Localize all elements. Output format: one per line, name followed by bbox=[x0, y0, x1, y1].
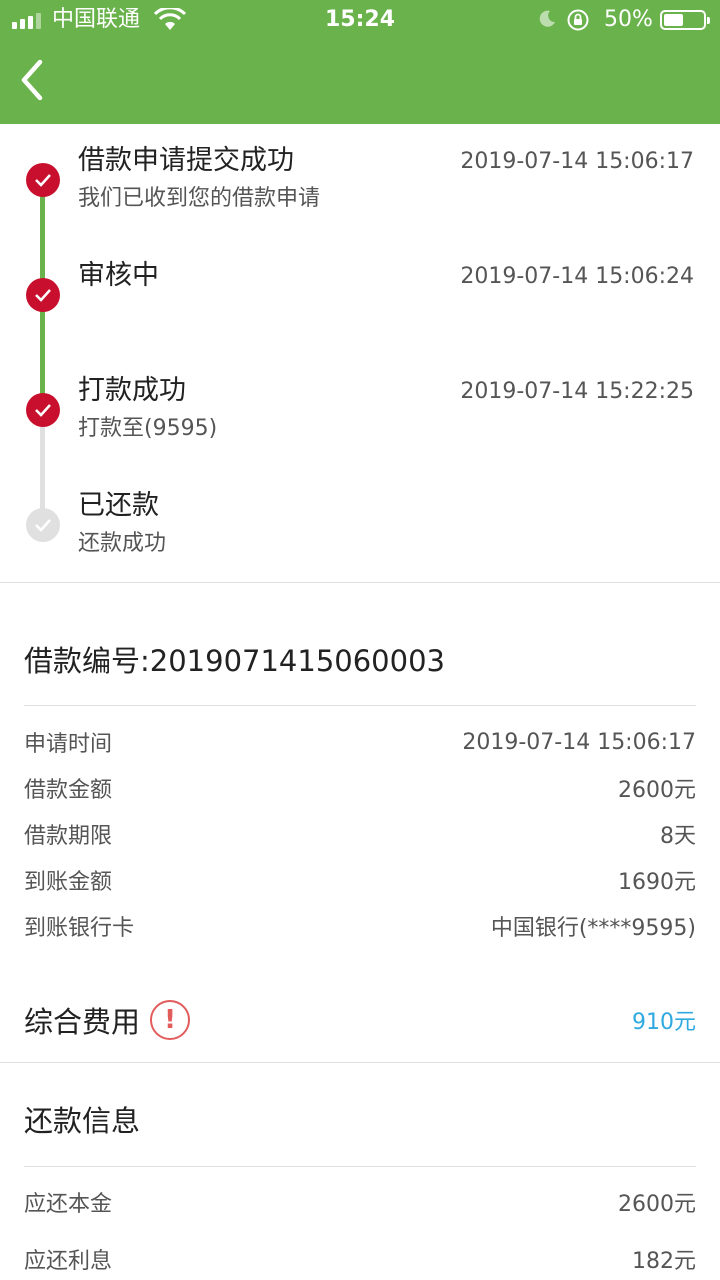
fee-label-group: 综合费用 ! bbox=[24, 999, 191, 1041]
detail-row: 申请时间 2019-07-14 15:06:17 bbox=[24, 727, 696, 758]
detail-label: 应还本金 bbox=[24, 1192, 113, 1217]
loan-status-timeline: 借款申请提交成功 我们已收到您的借款申请 2019-07-14 15:06:17… bbox=[0, 124, 720, 583]
detail-label: 借款金额 bbox=[24, 778, 113, 803]
battery-icon bbox=[660, 10, 710, 30]
detail-value: 182元 bbox=[632, 1249, 696, 1274]
chevron-left-icon bbox=[21, 59, 43, 101]
fee-label: 综合费用 bbox=[24, 1005, 141, 1039]
step-title: 借款申请提交成功 bbox=[78, 145, 294, 176]
detail-value: 2019-07-14 15:06:17 bbox=[462, 729, 696, 755]
detail-label: 借款期限 bbox=[24, 824, 113, 849]
detail-row: 应还利息 182元 bbox=[24, 1244, 696, 1274]
repayment-section-title: 还款信息 bbox=[24, 1104, 141, 1138]
step-title: 已还款 bbox=[78, 490, 159, 521]
battery-percent: 50% bbox=[604, 7, 653, 32]
detail-label: 到账金额 bbox=[24, 870, 113, 895]
detail-value: 中国银行(****9595) bbox=[490, 916, 696, 941]
timeline-step: 已还款 还款成功 bbox=[0, 489, 720, 589]
detail-row: 借款金额 2600元 bbox=[24, 773, 696, 803]
detail-label: 应还利息 bbox=[24, 1249, 113, 1274]
detail-label: 到账银行卡 bbox=[24, 916, 135, 941]
check-circle-icon bbox=[26, 278, 60, 312]
timeline-step: 打款成功 打款至(9595) 2019-07-14 15:22:25 bbox=[0, 374, 720, 474]
timeline-step: 审核中 2019-07-14 15:06:24 bbox=[0, 259, 720, 359]
timeline-step: 借款申请提交成功 我们已收到您的借款申请 2019-07-14 15:06:17 bbox=[0, 144, 720, 244]
detail-value: 8天 bbox=[660, 824, 696, 849]
rotation-lock-icon bbox=[567, 9, 589, 31]
fee-row: 综合费用 ! 910元 bbox=[24, 1000, 696, 1040]
detail-value: 1690元 bbox=[618, 870, 696, 895]
step-title: 打款成功 bbox=[78, 375, 186, 406]
divider bbox=[24, 705, 696, 706]
step-subtitle: 我们已收到您的借款申请 bbox=[78, 186, 321, 211]
step-subtitle: 打款至(9595) bbox=[78, 416, 218, 441]
warning-icon[interactable]: ! bbox=[150, 1000, 191, 1040]
divider bbox=[0, 1062, 720, 1063]
detail-value: 2600元 bbox=[618, 778, 696, 803]
step-subtitle: 还款成功 bbox=[78, 531, 167, 556]
check-circle-icon bbox=[26, 508, 60, 542]
app-header: 中国联通 15:24 50% bbox=[0, 0, 720, 124]
detail-label: 申请时间 bbox=[24, 732, 113, 757]
check-circle-icon bbox=[26, 393, 60, 427]
moon-icon bbox=[539, 10, 555, 27]
step-time: 2019-07-14 15:06:24 bbox=[460, 264, 694, 289]
back-button[interactable] bbox=[10, 52, 54, 108]
step-title: 审核中 bbox=[78, 260, 159, 291]
divider bbox=[24, 1166, 696, 1167]
detail-row: 应还本金 2600元 bbox=[24, 1187, 696, 1217]
step-time: 2019-07-14 15:06:17 bbox=[460, 149, 694, 174]
detail-row: 到账金额 1690元 bbox=[24, 865, 696, 895]
loan-number-title: 借款编号:2019071415060003 bbox=[24, 644, 445, 678]
detail-row: 借款期限 8天 bbox=[24, 819, 696, 849]
check-circle-icon bbox=[26, 163, 60, 197]
step-time: 2019-07-14 15:22:25 bbox=[460, 379, 694, 404]
fee-value: 910元 bbox=[632, 1010, 696, 1035]
detail-value: 2600元 bbox=[618, 1192, 696, 1217]
detail-row: 到账银行卡 中国银行(****9595) bbox=[24, 911, 696, 941]
status-bar: 中国联通 15:24 50% bbox=[0, 0, 720, 40]
